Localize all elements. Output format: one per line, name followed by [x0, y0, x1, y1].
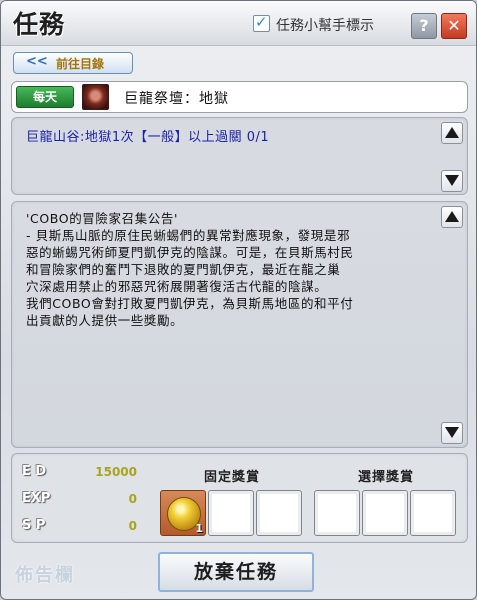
item-count: 1 [195, 522, 203, 535]
ed-label: E D [22, 464, 47, 479]
description-line: 'COBO的冒險家召集公告' [26, 211, 179, 226]
arrow-down-icon [445, 427, 459, 438]
fixed-reward-slot[interactable] [256, 490, 302, 536]
description-scroll-up-button[interactable] [441, 206, 463, 228]
go-to-list-label: 前往目錄 [56, 57, 105, 71]
ed-value: 15000 [95, 465, 137, 479]
rewards-panel: E D 15000 EXP 0 S P 0 固定獎賞 選擇獎賞 1 [11, 453, 468, 543]
choice-reward-slot[interactable] [314, 490, 360, 536]
description-line: 穴深處用禁止的邪惡咒術展開著復活古代龍的陰謀。 [26, 279, 328, 294]
description-text: 'COBO的冒險家召集公告' - 貝斯馬山脈的原住民蜥蜴們的異常對應現象，發現是… [26, 210, 436, 329]
fixed-reward-header: 固定獎賞 [204, 470, 261, 485]
daily-badge: 每天 [16, 86, 74, 108]
quest-name: 巨龍祭壇：地獄 [124, 91, 229, 107]
objective-scroll-up-button[interactable] [441, 122, 463, 144]
sp-value: 0 [128, 519, 137, 533]
bulletin-board-button[interactable]: 佈告欄 [15, 561, 75, 587]
helper-checkbox-label[interactable]: 任務小幫手標示 [276, 15, 374, 35]
sp-label: S P [22, 518, 46, 533]
description-line: 出貢獻的人提供一些獎勵。 [26, 313, 184, 328]
help-button[interactable]: ? [411, 13, 437, 39]
choice-reward-slot[interactable] [362, 490, 408, 536]
objective-scroll-down-button[interactable] [441, 170, 463, 192]
description-line: 和冒險家們的奮鬥下退敗的夏門凱伊克，最近在龍之巢 [26, 262, 341, 277]
quest-window: 任務 任務小幫手標示 ? ✕ << 前往目錄 每天 巨龍祭壇：地獄 巨龍山谷:地… [0, 0, 477, 600]
choice-reward-header: 選擇獎賞 [358, 470, 415, 485]
arrow-down-icon [445, 175, 459, 186]
helper-checkbox[interactable] [253, 13, 270, 32]
window-title: 任務 [13, 10, 66, 39]
choice-reward-slot[interactable] [410, 490, 456, 536]
description-line: - 貝斯馬山脈的原住民蜥蜴們的異常對應現象，發現是邪 [26, 228, 351, 243]
abandon-quest-button[interactable]: 放棄任務 [158, 552, 314, 592]
objective-panel: 巨龍山谷:地獄1次【一般】以上過關 0/1 [11, 117, 468, 195]
objective-text: 巨龍山谷:地獄1次【一般】以上過關 0/1 [26, 130, 270, 145]
description-panel: 'COBO的冒險家召集公告' - 貝斯馬山脈的原住民蜥蜴們的異常對應現象，發現是… [11, 201, 468, 448]
arrow-up-icon [445, 127, 459, 138]
description-scroll-down-button[interactable] [441, 422, 463, 444]
dragon-emblem-icon [82, 84, 109, 110]
description-line: 惡的蜥蜴咒術師夏門凱伊克的陰謀。可是，在貝斯馬村民 [26, 245, 354, 260]
fixed-reward-slot[interactable]: 1 [160, 490, 206, 536]
close-button[interactable]: ✕ [441, 13, 467, 39]
description-line: 我們COBO會對打敗夏門凱伊克，為貝斯馬地區的和平付 [26, 296, 354, 311]
double-chevron-left-icon: << [26, 54, 48, 69]
exp-label: EXP [22, 491, 51, 506]
title-bar[interactable]: 任務 任務小幫手標示 ? ✕ [1, 1, 476, 46]
fixed-reward-slot[interactable] [208, 490, 254, 536]
exp-value: 0 [128, 492, 137, 506]
quest-header: 每天 巨龍祭壇：地獄 [11, 81, 468, 113]
arrow-up-icon [445, 211, 459, 222]
go-to-list-button[interactable]: << 前往目錄 [13, 52, 133, 74]
